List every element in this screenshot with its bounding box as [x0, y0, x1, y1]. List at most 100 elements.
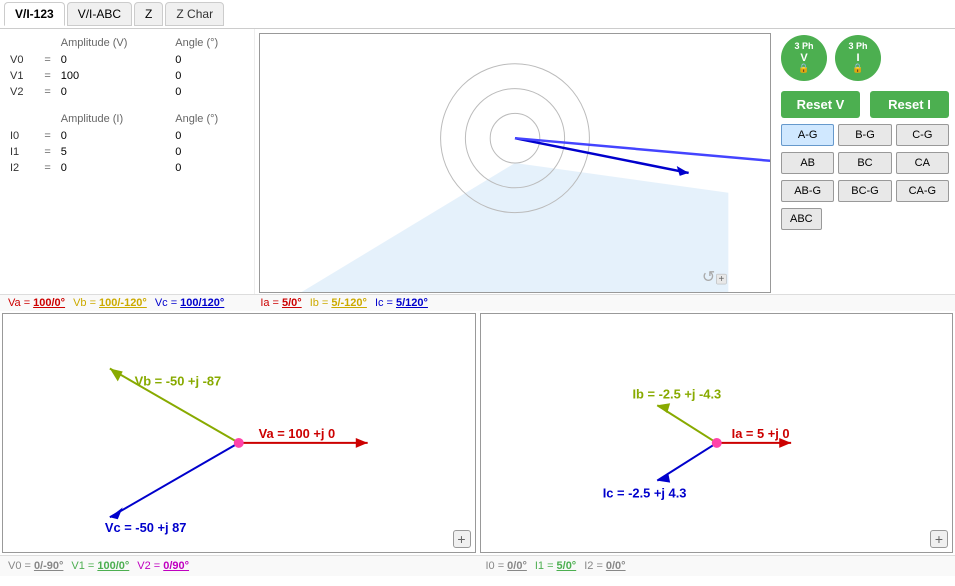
reset-phasor-icon[interactable]: ↺ [702, 269, 715, 286]
phase-v-button[interactable]: 3 Ph V 🔒 [781, 35, 827, 81]
va-status: Va = 100/0° [8, 297, 65, 309]
tab-vi123[interactable]: V/I-123 [4, 2, 65, 26]
grid-buttons-row2: AB BC CA [781, 152, 949, 174]
i2-amplitude[interactable]: 0 [57, 161, 169, 175]
btn-ab-g[interactable]: AB-G [781, 180, 834, 202]
v0-bottom-value[interactable]: 0/-90° [34, 560, 63, 572]
bottom-status-left: V0 = 0/-90° V1 = 100/0° V2 = 0/90° [0, 558, 478, 574]
i1-bottom-value[interactable]: 5/0° [557, 560, 577, 572]
vb-status: Vb = 100/-120° [73, 297, 147, 309]
v1-label: V1 [6, 69, 38, 83]
right-phasor-svg: Ib = -2.5 +j -4.3 Ia = 5 +j 0 Ic = -2.5 … [481, 314, 953, 552]
v0-row: V0 = 0 0 [6, 53, 248, 67]
v1-status: V1 = 100/0° [71, 560, 129, 572]
current-amplitude-header: Amplitude (I) [57, 111, 169, 127]
vc-status: Vc = 100/120° [155, 297, 225, 309]
bottom-status-bar: V0 = 0/-90° V1 = 100/0° V2 = 0/90° I0 = … [0, 555, 955, 576]
svg-text:Ic = -2.5 +j 4.3: Ic = -2.5 +j 4.3 [602, 485, 686, 500]
btn-ca[interactable]: CA [896, 152, 949, 174]
v0-label: V0 [6, 53, 38, 67]
i1-label: I1 [6, 145, 38, 159]
v0-status: V0 = 0/-90° [8, 560, 63, 572]
btn-a-g[interactable]: A-G [781, 124, 834, 146]
va-value[interactable]: 100/0° [33, 297, 65, 309]
vc-value[interactable]: 100/120° [180, 297, 224, 309]
i0-label: I0 [6, 129, 38, 143]
v1-row: V1 = 100 0 [6, 69, 248, 83]
i0-status: I0 = 0/0° [486, 560, 527, 572]
ia-value[interactable]: 5/0° [282, 297, 302, 309]
btn-c-g[interactable]: C-G [896, 124, 949, 146]
btn-abc[interactable]: ABC [781, 208, 822, 230]
i2-status: I2 = 0/0° [584, 560, 625, 572]
reset-v-button[interactable]: Reset V [781, 91, 860, 118]
i0-amplitude[interactable]: 0 [57, 129, 169, 143]
right-controls: 3 Ph V 🔒 3 Ph I 🔒 Reset V Reset I A-G B-… [775, 29, 955, 294]
i0-bottom-value[interactable]: 0/0° [507, 560, 527, 572]
tab-zchar[interactable]: Z Char [165, 2, 224, 26]
i2-label: I2 [6, 161, 38, 175]
v1-amplitude[interactable]: 100 [57, 69, 169, 83]
i1-angle[interactable]: 0 [171, 145, 248, 159]
btn-ab[interactable]: AB [781, 152, 834, 174]
grid-buttons-row1: A-G B-G C-G [781, 124, 949, 146]
reset-row: Reset V Reset I [781, 91, 949, 118]
ib-value[interactable]: 5/-120° [331, 297, 367, 309]
ic-value[interactable]: 5/120° [396, 297, 428, 309]
abc-row: ABC [781, 208, 822, 230]
voltage-angle-header: Angle (°) [171, 35, 248, 51]
btn-ca-g[interactable]: CA-G [896, 180, 949, 202]
svg-text:Ia = 5 +j 0: Ia = 5 +j 0 [731, 426, 789, 441]
current-angle-header: Angle (°) [171, 111, 248, 127]
v1-bottom-value[interactable]: 100/0° [97, 560, 129, 572]
i0-row: I0 = 0 0 [6, 129, 248, 143]
top-status-bar: Va = 100/0° Vb = 100/-120° Vc = 100/120°… [0, 294, 955, 311]
tab-viabc[interactable]: V/I-ABC [67, 2, 132, 26]
btn-bc-g[interactable]: BC-G [838, 180, 891, 202]
right-panel-plus-btn[interactable]: + [930, 530, 948, 548]
bottom-panels: Vb = -50 +j -87 Va = 100 +j 0 Vc = -50 +… [0, 311, 955, 555]
i1-status: I1 = 5/0° [535, 560, 576, 572]
bottom-status-right: I0 = 0/0° I1 = 5/0° I2 = 0/0° [478, 558, 955, 574]
ia-status: Ia = 5/0° [260, 297, 301, 309]
vb-value[interactable]: 100/-120° [99, 297, 147, 309]
i2-angle[interactable]: 0 [171, 161, 248, 175]
phase-buttons-row: 3 Ph V 🔒 3 Ph I 🔒 [781, 35, 881, 81]
i1-amplitude[interactable]: 5 [57, 145, 169, 159]
tab-z[interactable]: Z [134, 2, 163, 26]
svg-text:Ib = -2.5 +j -4.3: Ib = -2.5 +j -4.3 [632, 386, 721, 401]
btn-b-g[interactable]: B-G [838, 124, 891, 146]
btn-bc[interactable]: BC [838, 152, 891, 174]
reset-i-button[interactable]: Reset I [870, 91, 949, 118]
ic-status: Ic = 5/120° [375, 297, 428, 309]
voltage-amplitude-header: Amplitude (V) [57, 35, 169, 51]
v1-angle[interactable]: 0 [171, 69, 248, 83]
v0-angle[interactable]: 0 [171, 53, 248, 67]
i1-row: I1 = 5 0 [6, 145, 248, 159]
v2-label: V2 [6, 85, 38, 99]
voltage-table: Amplitude (V) Angle (°) V0 = 0 0 V1 = 10… [4, 33, 250, 177]
left-phasor-svg: Vb = -50 +j -87 Va = 100 +j 0 Vc = -50 +… [3, 314, 475, 552]
ib-status: Ib = 5/-120° [310, 297, 367, 309]
v2-status: V2 = 0/90° [137, 560, 189, 572]
i0-angle[interactable]: 0 [171, 129, 248, 143]
left-panel-plus-btn[interactable]: + [453, 530, 471, 548]
v2-angle[interactable]: 0 [171, 85, 248, 99]
main-phasor-diagram: ↺ + [259, 33, 771, 293]
v2-bottom-value[interactable]: 0/90° [163, 560, 189, 572]
i2-bottom-value[interactable]: 0/0° [606, 560, 626, 572]
right-bottom-panel: Ib = -2.5 +j -4.3 Ia = 5 +j 0 Ic = -2.5 … [480, 313, 954, 553]
grid-buttons-row3: AB-G BC-G CA-G [781, 180, 949, 202]
v2-row: V2 = 0 0 [6, 85, 248, 99]
svg-text:Va = 100 +j 0: Va = 100 +j 0 [259, 426, 336, 441]
left-panel: Amplitude (V) Angle (°) V0 = 0 0 V1 = 10… [0, 29, 255, 294]
v2-amplitude[interactable]: 0 [57, 85, 169, 99]
svg-text:+: + [719, 274, 725, 285]
v0-amplitude[interactable]: 0 [57, 53, 169, 67]
i2-row: I2 = 0 0 [6, 161, 248, 175]
left-bottom-panel: Vb = -50 +j -87 Va = 100 +j 0 Vc = -50 +… [2, 313, 476, 553]
tab-bar: V/I-123 V/I-ABC Z Z Char [0, 0, 955, 29]
main-phasor-svg: ↺ + [260, 34, 770, 292]
svg-text:Vc = -50 +j 87: Vc = -50 +j 87 [105, 520, 187, 535]
phase-i-button[interactable]: 3 Ph I 🔒 [835, 35, 881, 81]
